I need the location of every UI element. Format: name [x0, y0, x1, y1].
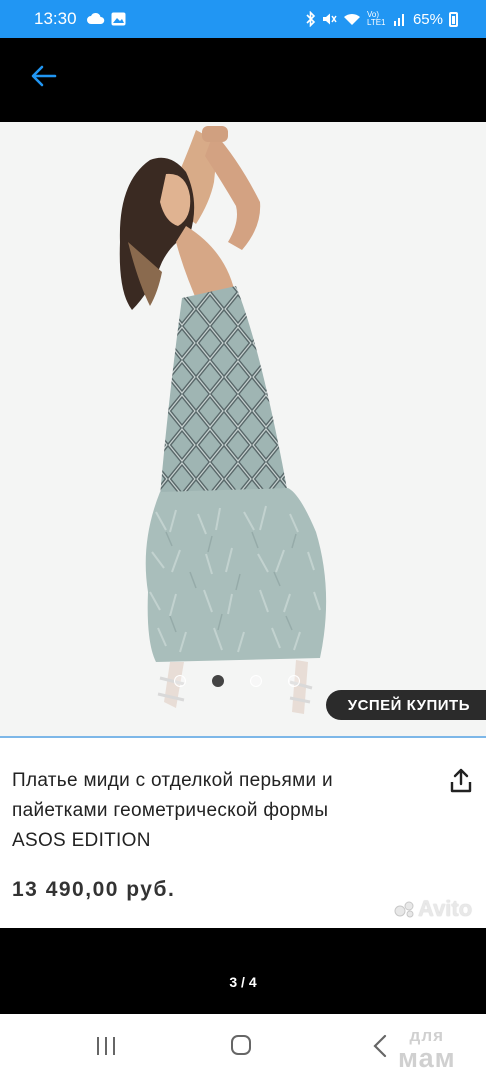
navigation-bar: для мам — [0, 1014, 486, 1080]
avito-watermark-text: Avito — [418, 896, 473, 921]
product-title-line: Платье миди с отделкой перьями и — [12, 770, 333, 791]
product-info-card: Платье миди с отделкой перьями и пайетка… — [0, 738, 486, 928]
share-icon — [450, 768, 472, 793]
back-nav-icon[interactable] — [372, 1034, 388, 1058]
network-label: Vo) LTE1 — [366, 10, 386, 27]
signal-icon — [393, 14, 404, 26]
arrow-left-icon — [31, 65, 57, 87]
status-bar: 13:30 Vo) LTE1 65% — [0, 0, 486, 38]
bluetooth-icon — [306, 11, 316, 27]
page-counter: 3 / 4 — [229, 974, 257, 990]
hurry-buy-badge[interactable]: УСПЕЙ КУПИТЬ — [325, 690, 486, 720]
product-brand: ASOS EDITION — [12, 830, 151, 851]
site-logo-line: мам — [398, 1043, 456, 1073]
home-icon[interactable] — [231, 1035, 251, 1055]
avito-watermark: Avito — [394, 896, 472, 922]
battery-percent: 65% — [412, 10, 443, 28]
cloud-sync-icon — [86, 12, 104, 24]
carousel-dots — [174, 675, 300, 687]
status-time: 13:30 — [34, 9, 77, 28]
carousel-dot[interactable] — [288, 675, 300, 687]
site-logo: для мам — [398, 1026, 456, 1073]
app-header — [0, 38, 486, 122]
product-price: 13 490,00 руб. — [12, 878, 176, 901]
product-title-line: пайетками геометрической формы — [12, 800, 329, 821]
carousel-dot[interactable] — [250, 675, 262, 687]
avito-logo-icon — [394, 901, 414, 918]
battery-icon — [449, 11, 458, 27]
mute-icon — [322, 13, 337, 25]
dress-photo-illustration — [0, 122, 486, 736]
gallery-icon — [111, 12, 126, 26]
share-button[interactable] — [446, 766, 476, 796]
recent-apps-icon[interactable] — [94, 1034, 118, 1058]
carousel-dot[interactable] — [174, 675, 186, 687]
product-photo[interactable]: УСПЕЙ КУПИТЬ — [0, 122, 486, 736]
wifi-icon — [343, 13, 360, 25]
carousel-dot-active[interactable] — [212, 675, 224, 687]
product-title: Платье миди с отделкой перьями и пайетка… — [12, 766, 402, 856]
back-button[interactable] — [26, 58, 62, 94]
